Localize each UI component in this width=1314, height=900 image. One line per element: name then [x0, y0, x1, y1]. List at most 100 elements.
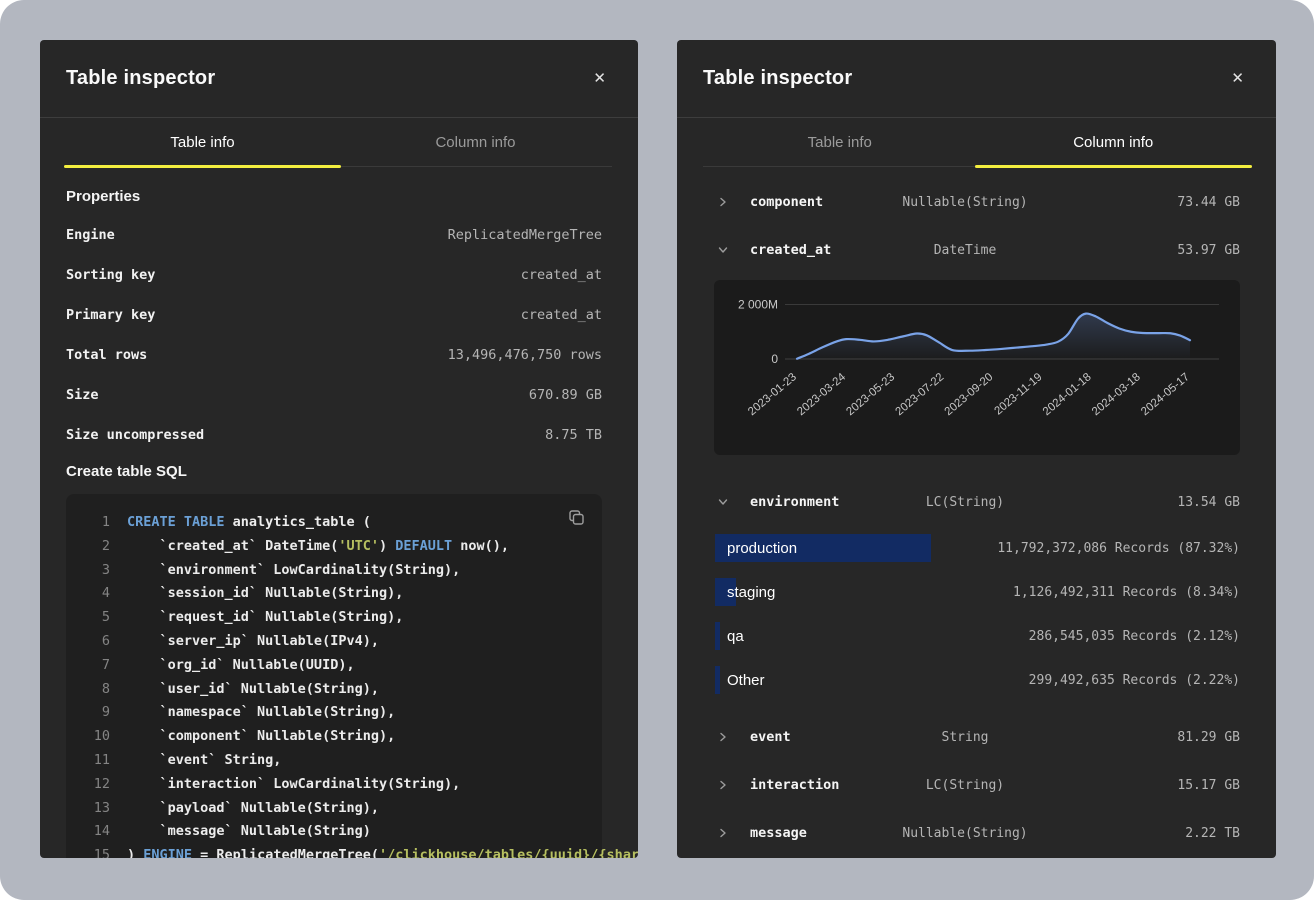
properties-heading: Properties	[66, 188, 602, 205]
close-icon: ✕	[1231, 70, 1244, 87]
column-name: environment	[750, 494, 855, 510]
column-size: 81.29 GB	[1120, 730, 1240, 745]
tab-table-info[interactable]: Table info	[703, 118, 977, 166]
svg-text:2023-05-23: 2023-05-23	[844, 371, 897, 418]
code-text: `namespace` Nullable(String),	[127, 701, 395, 725]
environment-bar	[715, 622, 720, 650]
property-row: Primary keycreated_at	[66, 295, 602, 335]
code-line: 10 `component` Nullable(String),	[80, 725, 582, 749]
line-number: 14	[80, 820, 110, 844]
tab-label: Table info	[808, 134, 872, 151]
close-button[interactable]: ✕	[1227, 67, 1248, 90]
tab-column-info[interactable]: Column info	[339, 118, 612, 166]
breakdown-row: qa286,545,035 Records (2.12%)	[677, 614, 1276, 658]
code-line: 11 `event` String,	[80, 749, 582, 773]
column-row-event[interactable]: eventString81.29 GB	[677, 713, 1276, 761]
svg-text:0: 0	[771, 352, 778, 366]
table-inspector-dialog-table-info: Table inspector ✕ Table info Column info…	[40, 40, 638, 858]
code-line: 6 `server_ip` Nullable(IPv4),	[80, 630, 582, 654]
code-token: 'UTC'	[338, 538, 379, 554]
svg-text:2023-07-22: 2023-07-22	[894, 371, 947, 418]
close-button[interactable]: ✕	[589, 67, 610, 90]
column-type: String	[855, 730, 1075, 745]
dialog-title: Table inspector	[66, 67, 215, 90]
sql-code-block: 1CREATE TABLE analytics_table (2 `create…	[66, 494, 602, 858]
column-size: 2.22 TB	[1120, 826, 1240, 841]
code-token: `environment` LowCardinality(String),	[127, 562, 460, 578]
tab-bar: Table info Column info	[66, 118, 612, 167]
screenshot-canvas: Table inspector ✕ Table info Column info…	[0, 0, 1314, 900]
copy-button[interactable]	[565, 506, 588, 529]
column-type: Nullable(String)	[855, 195, 1075, 210]
column-row-environment[interactable]: environmentLC(String)13.54 GB	[677, 478, 1276, 526]
code-token: `session_id` Nullable(String),	[127, 585, 403, 601]
property-value: 8.75 TB	[545, 427, 602, 443]
code-text: `payload` Nullable(String),	[127, 797, 379, 821]
chevron-down-icon	[718, 497, 728, 507]
code-text: `environment` LowCardinality(String),	[127, 559, 460, 583]
code-text: `session_id` Nullable(String),	[127, 582, 403, 606]
properties-list: EngineReplicatedMergeTree Sorting key crea…	[66, 215, 602, 455]
columns-list: componentNullable(String)73.44 GBcreated…	[677, 167, 1276, 857]
chevron-right-icon	[718, 780, 728, 790]
line-number: 8	[80, 678, 110, 702]
code-line: 7 `org_id` Nullable(UUID),	[80, 654, 582, 678]
property-value: created_at	[521, 267, 602, 283]
property-label: Sorting key	[66, 267, 155, 283]
line-number: 2	[80, 535, 110, 559]
breakdown-row: staging1,126,492,311 Records (8.34%)	[677, 570, 1276, 614]
code-token: '/clickhouse/tables/{uuid}/{shard}'	[379, 847, 638, 858]
code-token: `created_at` DateTime(	[127, 538, 338, 554]
code-token: `namespace` Nullable(String),	[127, 704, 395, 720]
tab-column-info[interactable]: Column info	[977, 118, 1251, 166]
breakdown-bar-wrap: staging	[715, 578, 962, 606]
property-label: Primary key	[66, 307, 155, 323]
column-row-interaction[interactable]: interactionLC(String)15.17 GB	[677, 761, 1276, 809]
code-text: `created_at` DateTime('UTC') DEFAULT now…	[127, 535, 509, 559]
breakdown-label: production	[727, 534, 797, 562]
tab-label: Table info	[170, 134, 234, 151]
property-label: Size	[66, 387, 99, 403]
code-token: CREATE TABLE	[127, 514, 225, 530]
chevron-right-icon	[718, 197, 728, 207]
area-fill	[797, 314, 1190, 359]
property-label: Size uncompressed	[66, 427, 204, 443]
property-row: Size 670.89 GB	[66, 375, 602, 415]
line-number: 12	[80, 773, 110, 797]
breakdown-bar-wrap: Other	[715, 666, 962, 694]
dialog-header: Table inspector ✕	[677, 40, 1276, 118]
create-table-sql-heading: Create table SQL	[66, 463, 602, 480]
property-row: EngineReplicatedMergeTree	[66, 215, 602, 255]
chevron-right-icon	[718, 828, 728, 838]
tab-label: Column info	[1073, 134, 1153, 151]
code-line: 13 `payload` Nullable(String),	[80, 797, 582, 821]
tab-table-info[interactable]: Table info	[66, 118, 339, 166]
copy-icon	[567, 508, 586, 527]
area-chart-svg: 2 000M02023-01-232023-03-242023-05-23202…	[714, 280, 1240, 455]
column-row-message[interactable]: messageNullable(String)2.22 TB	[677, 809, 1276, 857]
svg-text:2023-03-24: 2023-03-24	[795, 371, 848, 418]
code-token: `server_ip` Nullable(IPv4),	[127, 633, 379, 649]
line-number: 11	[80, 749, 110, 773]
code-text: `user_id` Nullable(String),	[127, 678, 379, 702]
code-token: ENGINE	[143, 847, 192, 858]
code-text: `server_ip` Nullable(IPv4),	[127, 630, 379, 654]
code-token: DEFAULT	[395, 538, 452, 554]
line-number: 13	[80, 797, 110, 821]
property-value: 670.89 GB	[529, 387, 602, 403]
code-line: 4 `session_id` Nullable(String),	[80, 582, 582, 606]
column-type: Nullable(String)	[855, 826, 1075, 841]
code-text: CREATE TABLE analytics_table (	[127, 511, 371, 535]
property-label: Engine	[66, 227, 115, 243]
breakdown-label: staging	[727, 578, 775, 606]
code-line: 15) ENGINE = ReplicatedMergeTree('/click…	[80, 844, 582, 858]
column-size: 13.54 GB	[1120, 495, 1240, 510]
close-icon: ✕	[593, 70, 606, 87]
column-row-created_at[interactable]: created_atDateTime53.97 GB	[677, 226, 1276, 274]
code-token: `interaction` LowCardinality(String),	[127, 776, 460, 792]
code-text: `message` Nullable(String)	[127, 820, 371, 844]
property-row: Sorting key created_at	[66, 255, 602, 295]
code-line: 12 `interaction` LowCardinality(String),	[80, 773, 582, 797]
column-row-component[interactable]: componentNullable(String)73.44 GB	[677, 178, 1276, 226]
svg-text:2023-11-19: 2023-11-19	[992, 371, 1044, 417]
